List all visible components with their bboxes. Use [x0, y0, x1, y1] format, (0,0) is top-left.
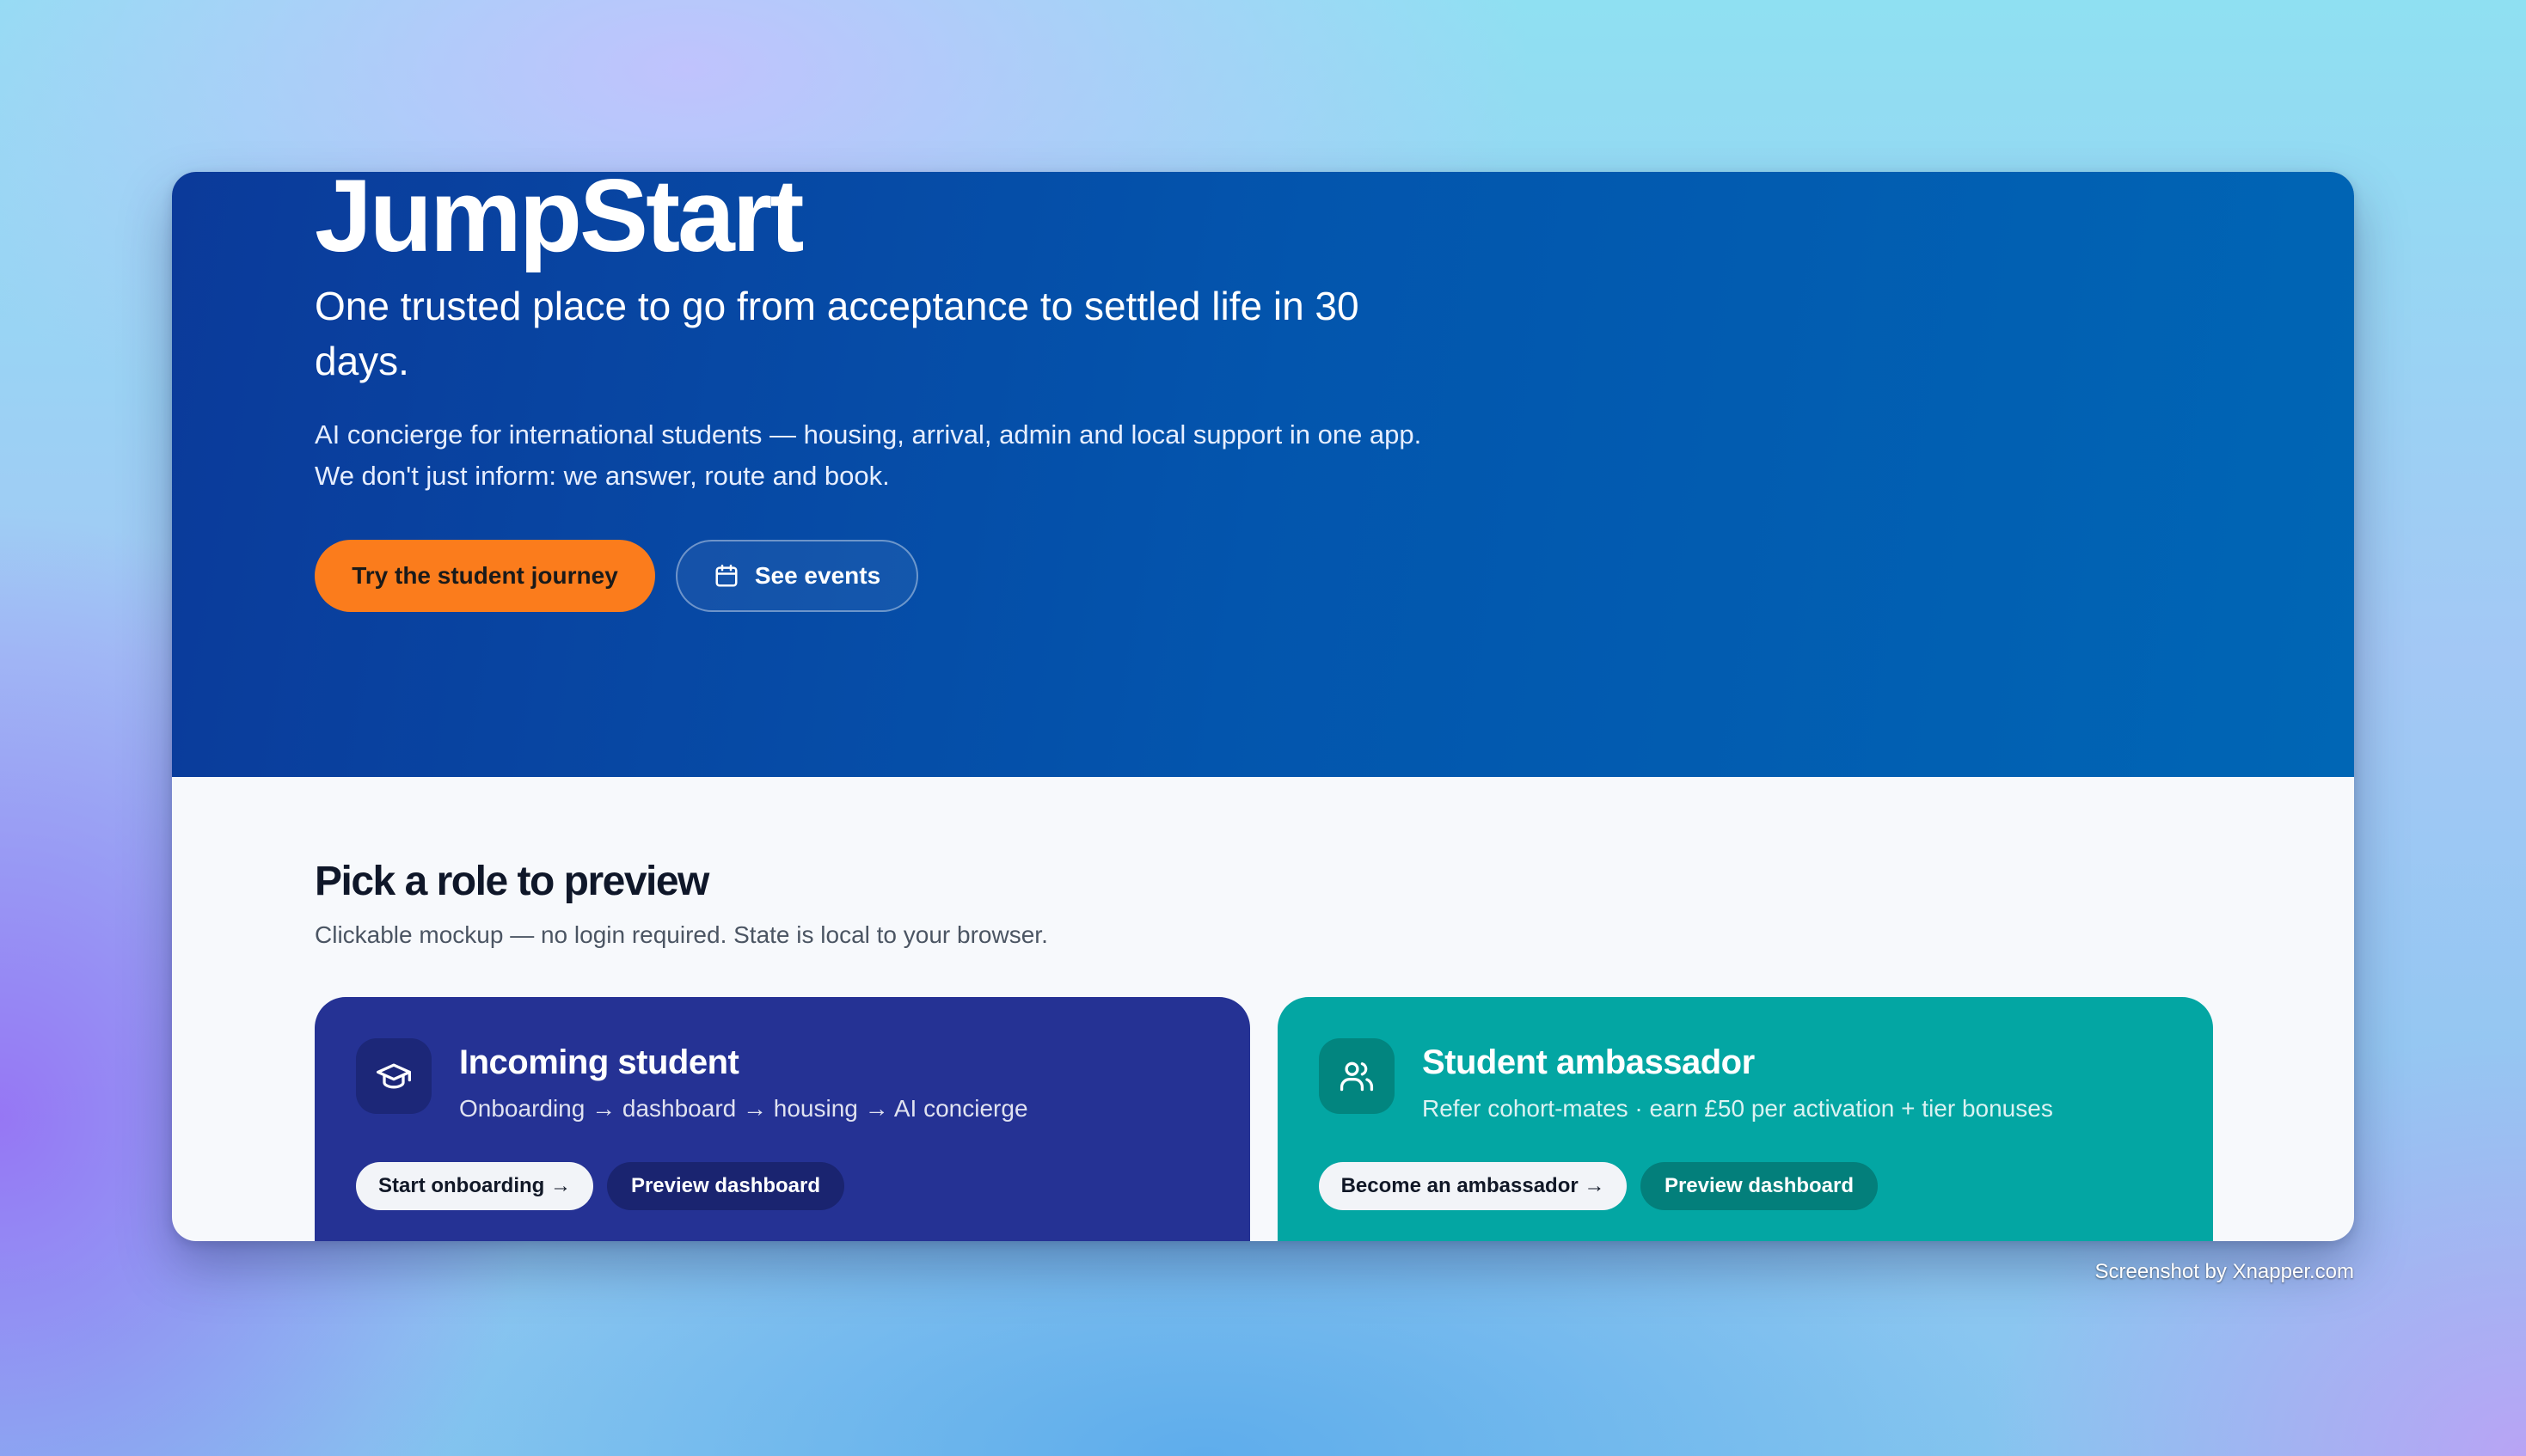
app-window: JumpStart One trusted place to go from a… [172, 172, 2354, 1241]
preview-ambassador-dashboard-button[interactable]: Preview dashboard [1640, 1162, 1878, 1210]
screenshot-watermark: Screenshot by Xnapper.com [2094, 1260, 2354, 1283]
hero-subtitle: One trusted place to go from acceptance … [315, 284, 1359, 383]
start-onboarding-button[interactable]: Start onboarding → [356, 1162, 593, 1210]
card-description: Refer cohort-mates · earn £50 per activa… [1422, 1095, 2053, 1122]
try-student-journey-button[interactable]: Try the student journey [315, 540, 655, 612]
card-title: Incoming student [459, 1043, 739, 1081]
become-ambassador-button[interactable]: Become an ambassador → [1319, 1162, 1627, 1210]
hero-title: JumpStart [315, 172, 804, 273]
see-events-button[interactable]: See events [676, 540, 918, 612]
graduation-cap-icon [356, 1038, 432, 1114]
card-description: Onboarding → dashboard → housing → AI co… [459, 1095, 1028, 1122]
calendar-icon [714, 563, 739, 589]
hero-section: JumpStart One trusted place to go from a… [172, 172, 2354, 777]
card-title: Student ambassador [1422, 1043, 1755, 1081]
incoming-student-card[interactable]: Incoming student Onboarding → dashboard … [315, 997, 1250, 1241]
preview-student-dashboard-button[interactable]: Preview dashboard [607, 1162, 844, 1210]
roles-title: Pick a role to preview [315, 859, 709, 904]
student-ambassador-card[interactable]: Student ambassador Refer cohort-mates · … [1278, 997, 2213, 1241]
roles-subtitle: Clickable mockup — no login required. St… [315, 921, 1048, 948]
try-student-journey-label: Try the student journey [352, 562, 618, 589]
see-events-label: See events [754, 562, 881, 589]
users-icon [1319, 1038, 1395, 1114]
hero-description: AI concierge for international students … [315, 419, 1422, 491]
